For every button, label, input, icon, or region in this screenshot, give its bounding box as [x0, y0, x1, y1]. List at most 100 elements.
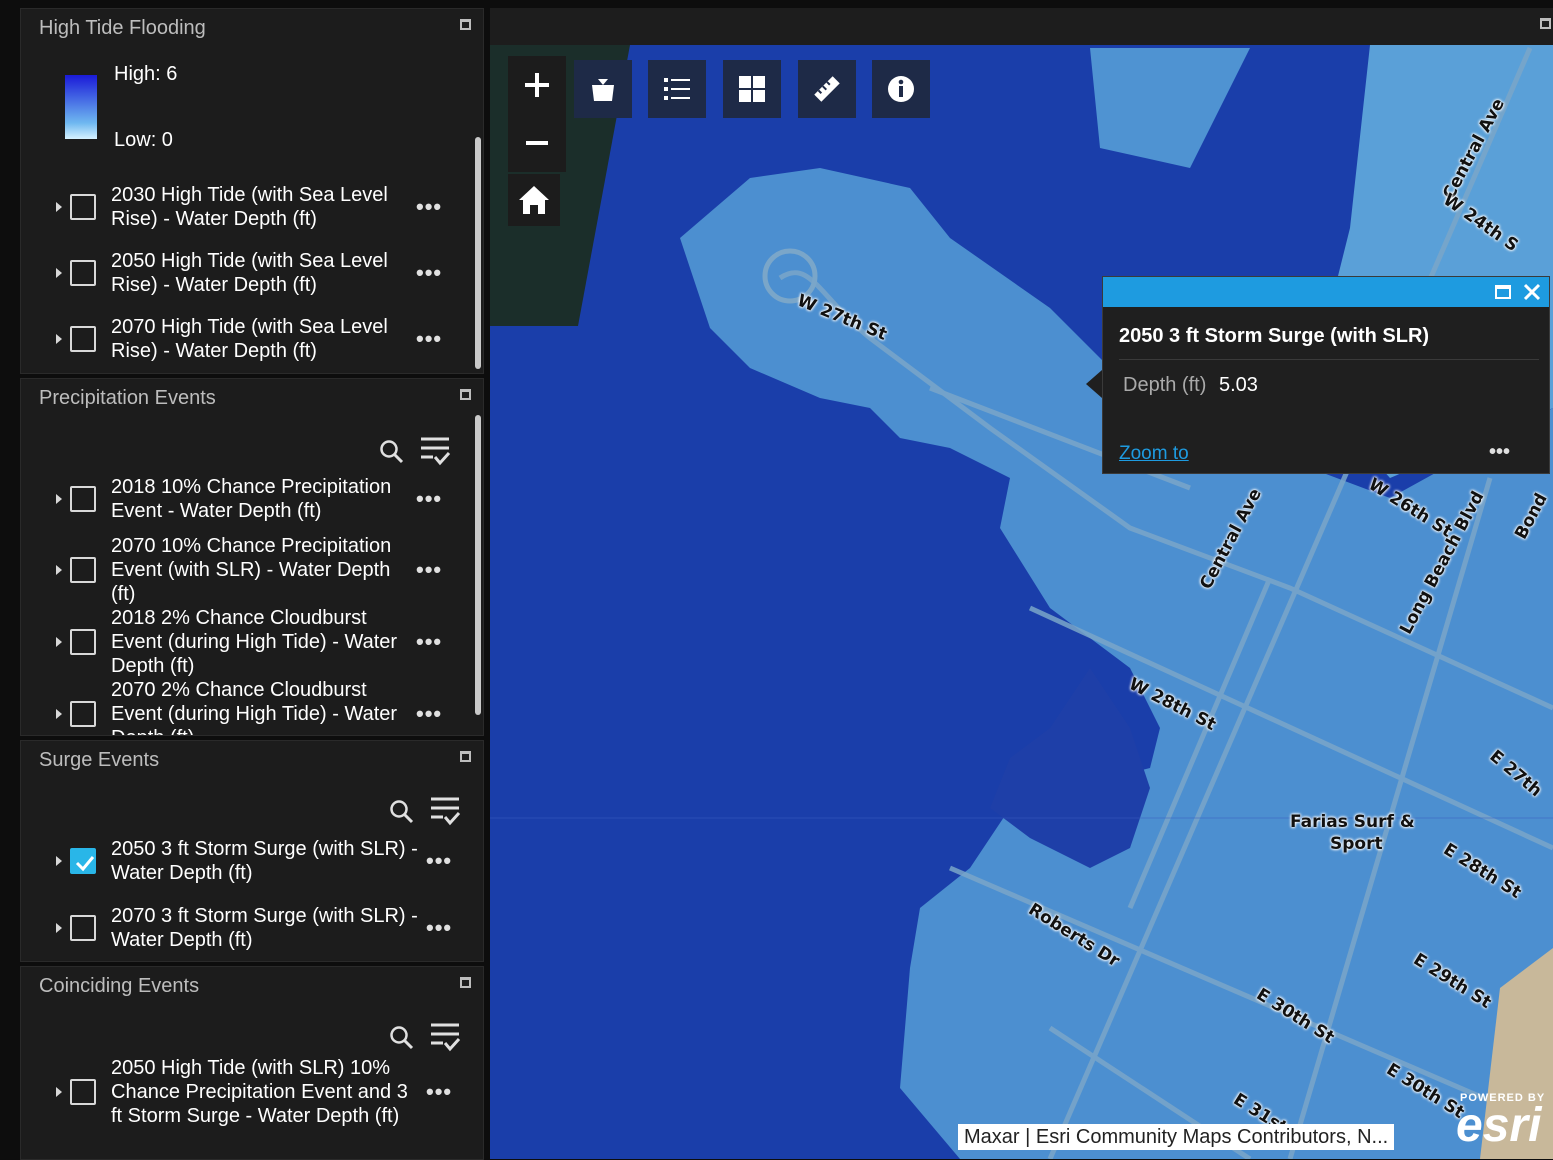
legend-high-label: High: 6 — [114, 63, 178, 85]
more-options-icon[interactable]: ••• — [416, 326, 442, 352]
layer-item[interactable]: 2050 High Tide (with SLR) 10% Chance Prec… — [21, 1055, 461, 1129]
layer-item[interactable]: 2070 2% Chance Cloudburst Event (during H… — [21, 678, 461, 735]
poi-label: Sport — [1330, 834, 1383, 854]
maximize-icon[interactable] — [460, 19, 471, 30]
popup-pointer — [1086, 370, 1102, 398]
coinciding-panel: Coinciding Events 2050 High Tide (with S… — [20, 966, 484, 1160]
layer-item[interactable]: 2018 2% Chance Cloudburst Event (during H… — [21, 606, 461, 678]
more-options-icon[interactable]: ••• — [416, 194, 442, 220]
zoom-in-icon — [525, 73, 549, 97]
expand-caret-icon[interactable] — [56, 202, 62, 212]
filter-icon[interactable] — [419, 435, 451, 467]
layer-label: 2070 10% Chance Precipitation Event (with… — [111, 535, 392, 605]
basemap-icon — [592, 79, 614, 101]
expand-caret-icon[interactable] — [56, 637, 62, 647]
expand-caret-icon[interactable] — [56, 334, 62, 344]
layer-checkbox-checked[interactable] — [70, 848, 96, 874]
scrollbar[interactable] — [475, 137, 481, 369]
layer-checkbox[interactable] — [70, 260, 96, 286]
popup-header — [1103, 277, 1549, 307]
layer-item[interactable]: 2070 High Tide (with Sea Level Rise) - Wa… — [21, 309, 461, 369]
layers-grid-icon — [739, 76, 765, 102]
esri-logo[interactable]: esri — [1456, 1100, 1541, 1152]
more-options-icon[interactable]: ••• — [416, 701, 442, 727]
filter-icon[interactable] — [429, 795, 461, 827]
zoom-in-button[interactable] — [508, 56, 566, 114]
panel-title: Precipitation Events — [39, 387, 216, 409]
measure-button[interactable] — [798, 60, 856, 118]
maximize-icon[interactable] — [1495, 285, 1511, 299]
scrollbar[interactable] — [475, 415, 481, 715]
search-icon[interactable] — [389, 799, 415, 825]
more-options-icon[interactable]: ••• — [416, 486, 442, 512]
more-options-icon[interactable]: ••• — [426, 915, 452, 941]
panel-title: Surge Events — [39, 749, 160, 771]
legend-button[interactable] — [648, 60, 706, 118]
layer-checkbox[interactable] — [70, 194, 96, 220]
layer-label: 2050 High Tide (with SLR) 10% Chance Prec… — [111, 1057, 408, 1127]
layer-label: 2030 High Tide (with Sea Level Rise) - Wa… — [111, 184, 388, 230]
layer-label: 2070 3 ft Storm Surge (with SLR) - Water … — [111, 905, 418, 951]
checkmark-icon — [75, 856, 95, 872]
layer-item[interactable]: 2070 3 ft Storm Surge (with SLR) - Water … — [21, 898, 461, 958]
popup-field-value: 5.03 — [1219, 374, 1258, 396]
zoom-out-icon — [526, 141, 548, 145]
maximize-icon[interactable] — [460, 977, 471, 988]
precipitation-panel: Precipitation Events 2018 10% Chance Pre… — [20, 378, 484, 736]
info-icon — [888, 76, 914, 102]
legend-gradient — [65, 75, 97, 139]
layer-label: 2018 10% Chance Precipitation Event - Wat… — [111, 476, 392, 522]
layer-label: 2018 2% Chance Cloudburst Event (during H… — [111, 607, 398, 677]
poi-label: Farias Surf & — [1290, 812, 1415, 832]
expand-caret-icon[interactable] — [56, 709, 62, 719]
layer-checkbox[interactable] — [70, 915, 96, 941]
expand-caret-icon[interactable] — [56, 565, 62, 575]
legend-list-icon — [664, 78, 690, 100]
more-options-icon[interactable]: ••• — [416, 260, 442, 286]
expand-caret-icon[interactable] — [56, 923, 62, 933]
close-icon[interactable] — [1523, 283, 1541, 301]
layer-checkbox[interactable] — [70, 326, 96, 352]
map-header-bar — [490, 8, 1553, 45]
layer-label: 2070 High Tide (with Sea Level Rise) - Wa… — [111, 316, 388, 362]
maximize-icon[interactable] — [460, 389, 471, 400]
feature-popup: 2050 3 ft Storm Surge (with SLR) Depth (… — [1102, 276, 1550, 474]
layer-checkbox[interactable] — [70, 629, 96, 655]
expand-caret-icon[interactable] — [56, 494, 62, 504]
basemap-button[interactable] — [574, 60, 632, 118]
layer-checkbox[interactable] — [70, 1079, 96, 1105]
more-options-icon[interactable]: ••• — [426, 848, 452, 874]
home-button[interactable] — [508, 174, 560, 226]
expand-caret-icon[interactable] — [56, 1087, 62, 1097]
more-options-icon[interactable]: ••• — [426, 1079, 452, 1105]
layer-checkbox[interactable] — [70, 486, 96, 512]
layer-item[interactable]: 2050 3 ft Storm Surge (with SLR) - Water … — [21, 831, 461, 891]
about-button[interactable] — [872, 60, 930, 118]
layer-label: 2050 3 ft Storm Surge (with SLR) - Water … — [111, 838, 418, 884]
more-options-icon[interactable]: ••• — [416, 557, 442, 583]
search-icon[interactable] — [389, 1025, 415, 1051]
layer-checkbox[interactable] — [70, 701, 96, 727]
popup-field-label: Depth (ft) — [1123, 374, 1207, 396]
layer-checkbox[interactable] — [70, 557, 96, 583]
layer-item[interactable]: 2050 High Tide (with Sea Level Rise) - Wa… — [21, 243, 461, 303]
map-attribution[interactable]: Maxar | Esri Community Maps Contributors… — [958, 1124, 1395, 1150]
expand-caret-icon[interactable] — [56, 856, 62, 866]
layer-list-button[interactable] — [723, 60, 781, 118]
popup-divider — [1119, 359, 1539, 360]
expand-caret-icon[interactable] — [56, 268, 62, 278]
popup-more-options-icon[interactable]: ••• — [1489, 441, 1510, 464]
layer-item[interactable]: 2018 10% Chance Precipitation Event - Wat… — [21, 469, 461, 529]
layer-label: 2050 High Tide (with Sea Level Rise) - Wa… — [111, 250, 388, 296]
map-view[interactable]: W 27th St W 28th St Central Ave W 24th S… — [490, 8, 1553, 1159]
panel-title: Coinciding Events — [39, 975, 200, 997]
maximize-icon[interactable] — [1540, 18, 1551, 29]
filter-icon[interactable] — [429, 1021, 461, 1053]
zoom-out-button[interactable] — [508, 114, 566, 172]
search-icon[interactable] — [379, 439, 405, 465]
layer-item[interactable]: 2030 High Tide (with Sea Level Rise) - Wa… — [21, 177, 461, 237]
zoom-to-link[interactable]: Zoom to — [1119, 443, 1189, 465]
more-options-icon[interactable]: ••• — [416, 629, 442, 655]
maximize-icon[interactable] — [460, 751, 471, 762]
layer-item[interactable]: 2070 10% Chance Precipitation Event (with… — [21, 534, 461, 606]
